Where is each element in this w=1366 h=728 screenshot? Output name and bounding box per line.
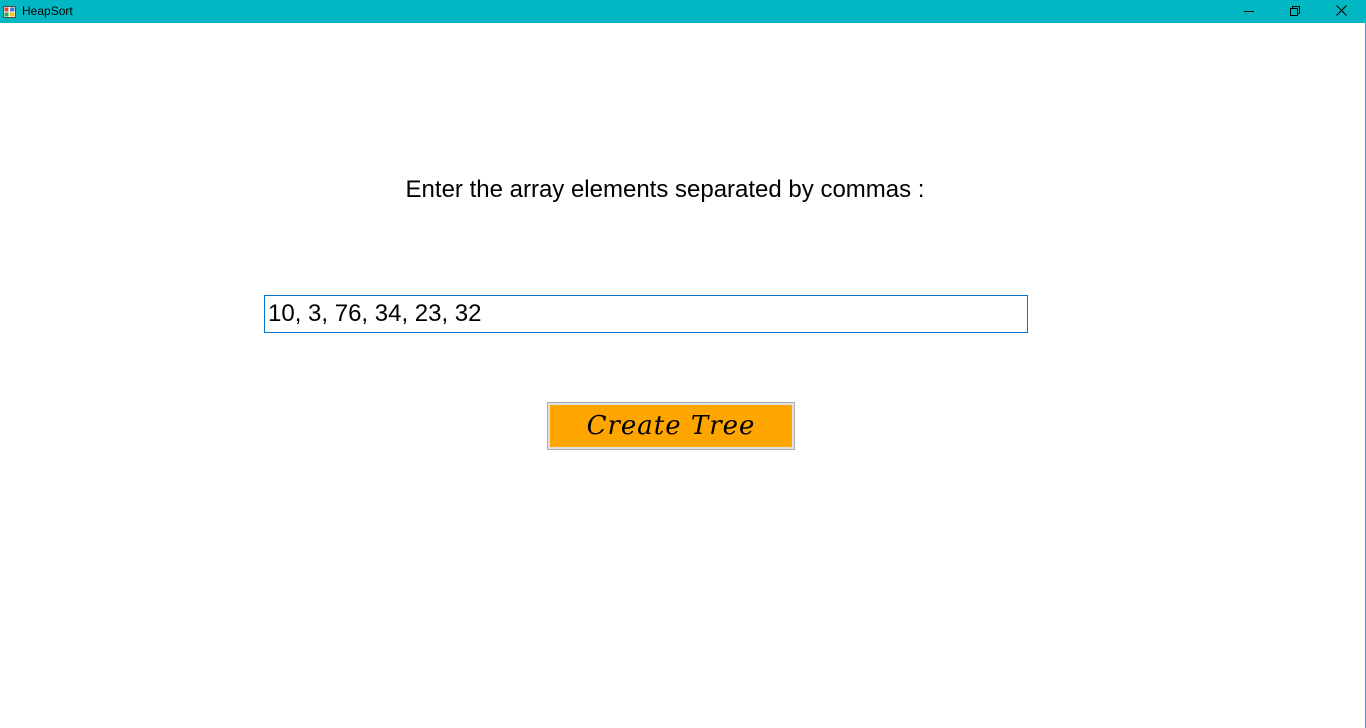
minimize-icon bbox=[1244, 3, 1254, 21]
minimize-button[interactable] bbox=[1226, 0, 1272, 23]
restore-button[interactable] bbox=[1272, 0, 1318, 23]
restore-icon bbox=[1290, 3, 1300, 21]
heapsort-window: HeapSort Enter the array elements separa… bbox=[0, 0, 1366, 728]
array-prompt-label: Enter the array elements separated by co… bbox=[405, 176, 925, 203]
create-tree-button[interactable]: Create Tree bbox=[547, 402, 795, 450]
array-elements-input[interactable] bbox=[264, 295, 1028, 333]
close-button[interactable] bbox=[1318, 0, 1364, 23]
window-title: HeapSort bbox=[22, 4, 73, 18]
app-icon bbox=[3, 5, 16, 18]
create-tree-button-label: Create Tree bbox=[550, 405, 792, 447]
close-icon bbox=[1335, 3, 1347, 21]
title-bar[interactable]: HeapSort bbox=[0, 0, 1366, 23]
